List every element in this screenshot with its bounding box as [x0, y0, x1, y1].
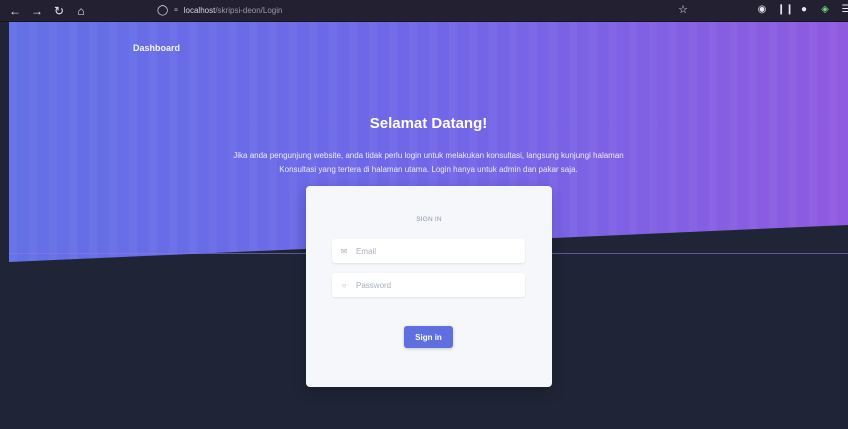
back-arrow-icon[interactable]: ←	[7, 3, 23, 19]
shield-icon: ◯	[157, 5, 169, 16]
email-icon: ✉	[340, 246, 348, 256]
url-text[interactable]: localhost/skripsi-deon/Login	[184, 6, 283, 15]
email-input[interactable]	[354, 245, 513, 257]
extension-icon[interactable]: ◈	[819, 3, 831, 17]
login-card: SIGN IN ✉ ○ Sign in	[306, 186, 552, 387]
password-field[interactable]: ○	[332, 273, 525, 297]
password-icon: ○	[341, 280, 347, 290]
menu-icon[interactable]: ☰	[840, 3, 848, 17]
login-page: Dashboard Selamat Datang! Jika anda peng…	[9, 22, 848, 429]
intro-text: Jika anda pengunjung website, anda tidak…	[233, 151, 624, 174]
address-bar[interactable]: ◯ ▫ localhost/skripsi-deon/Login	[157, 3, 687, 18]
url-host: localhost	[183, 6, 216, 15]
forward-arrow-icon[interactable]: →	[29, 3, 45, 19]
reload-icon[interactable]: ↻	[51, 3, 67, 19]
url-path: /skripsi-deon/Login	[215, 6, 283, 15]
home-icon[interactable]: ⌂	[73, 3, 89, 19]
password-input[interactable]	[354, 279, 513, 291]
welcome-title: Selamat Datang!	[369, 115, 488, 132]
email-field[interactable]: ✉	[332, 239, 525, 263]
sign-in-heading: SIGN IN	[416, 216, 442, 223]
account-icon[interactable]: ●	[798, 3, 810, 17]
page-icon: ▫	[174, 5, 178, 16]
library-icon[interactable]: ❙❙	[777, 3, 794, 17]
pocket-icon[interactable]: ◉	[756, 3, 768, 17]
bookmark-star-icon[interactable]: ☆	[676, 3, 690, 17]
dashboard-link[interactable]: Dashboard	[133, 43, 180, 53]
toolbar-icons: ◉ ❙❙ ● ◈ ☰	[756, 3, 848, 17]
browser-toolbar: ← → ↻ ⌂ ◯ ▫ localhost/skripsi-deon/Login…	[0, 0, 848, 22]
sign-in-button[interactable]: Sign in	[404, 326, 453, 348]
